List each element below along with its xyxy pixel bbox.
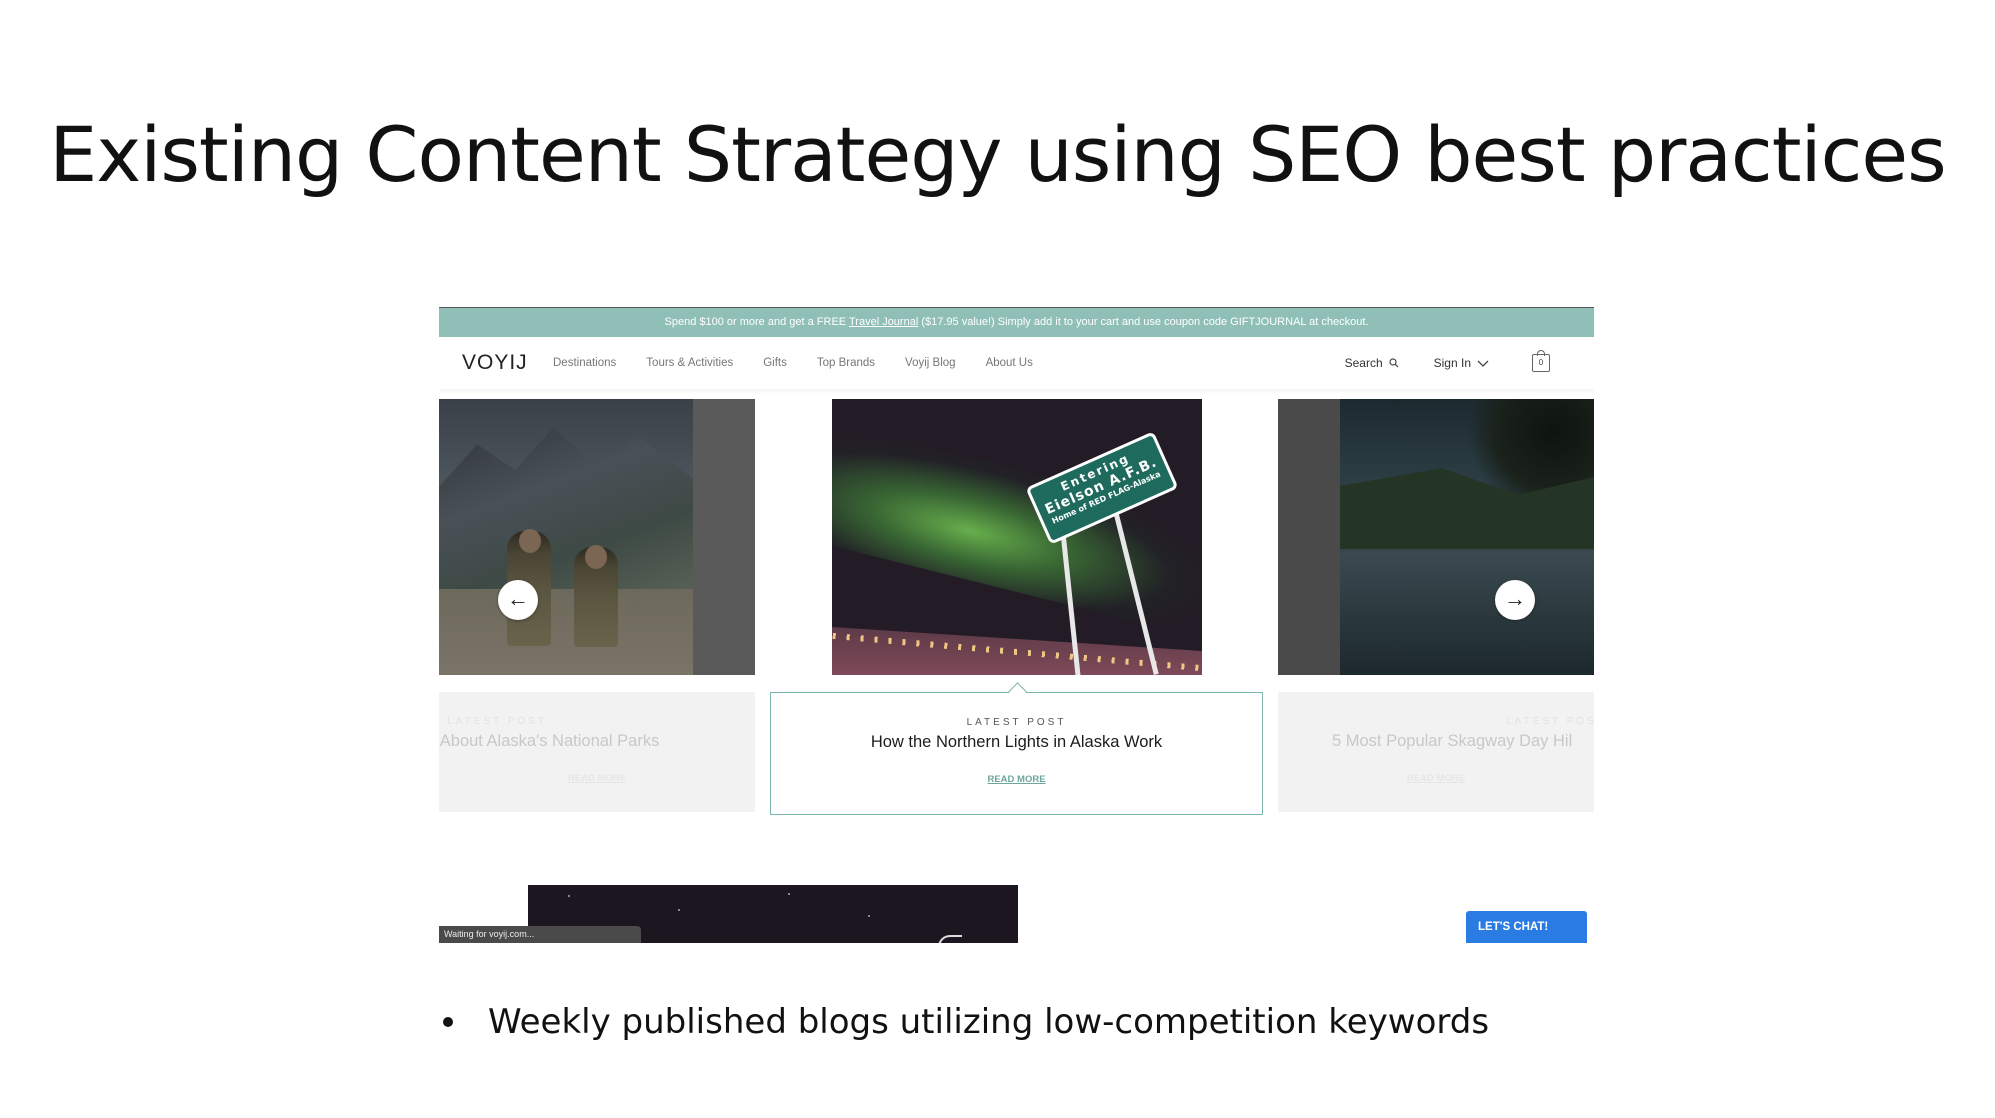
site-logo[interactable]: VOYIJ — [462, 351, 528, 375]
arrow-left-icon: ← — [507, 586, 529, 611]
read-more-link[interactable]: READ MORE — [771, 774, 1262, 785]
post-kicker: LATEST POST — [447, 716, 547, 727]
ranger-head — [585, 545, 607, 569]
cart-icon[interactable]: 0 — [1532, 350, 1550, 372]
nav-links: Destinations Tours & Activities Gifts To… — [553, 337, 1063, 389]
slide: Existing Content Strategy using SEO best… — [0, 0, 1995, 1118]
promo-banner: Spend $100 or more and get a FREE Travel… — [439, 307, 1594, 337]
nav-tours-activities[interactable]: Tours & Activities — [646, 357, 733, 369]
sign-in-menu[interactable]: Sign In — [1434, 356, 1490, 370]
bullet-text: Weekly published blogs utilizing low-com… — [488, 1002, 1490, 1042]
carousel-next-button[interactable]: → — [1495, 580, 1535, 620]
chevron-down-icon — [1477, 360, 1489, 367]
read-more-link[interactable]: READ MORE — [1278, 773, 1594, 784]
top-nav: VOYIJ Destinations Tours & Activities Gi… — [439, 337, 1594, 389]
post-title: How the Northern Lights in Alaska Work — [870, 733, 1163, 751]
image-curve — [938, 935, 962, 943]
search-label: Search — [1344, 356, 1383, 370]
search-icon — [1389, 358, 1399, 368]
carousel-image-center[interactable]: Entering Eielson A.F.B. Home of RED FLAG… — [832, 399, 1202, 675]
nav-right: Search Sign In 0 — [1345, 337, 1550, 389]
bullet-item: Weekly published blogs utilizing low-com… — [440, 1002, 1489, 1042]
sign-in-label: Sign In — [1433, 356, 1471, 370]
ranger-head — [519, 529, 541, 553]
arrow-right-icon: → — [1504, 586, 1526, 611]
lets-chat-button[interactable]: LET'S CHAT! — [1466, 911, 1587, 943]
post-title: 5 Most Popular Skagway Day Hil — [1332, 732, 1573, 750]
carousel-image-left[interactable] — [439, 399, 755, 675]
post-kicker: LATEST POST — [966, 717, 1067, 728]
website-screenshot: Spend $100 or more and get a FREE Travel… — [439, 307, 1594, 943]
nav-destinations[interactable]: Destinations — [553, 357, 616, 369]
read-more-link[interactable]: READ MORE — [439, 773, 755, 784]
star — [678, 909, 680, 911]
promo-text-end: ($17.95 value!) Simply add it to your ca… — [918, 316, 1369, 328]
carousel-image-right[interactable] — [1278, 399, 1594, 675]
nav-top-brands[interactable]: Top Brands — [817, 357, 875, 369]
star — [868, 915, 870, 917]
post-card-center[interactable]: LATEST POST How the Northern Lights in A… — [770, 692, 1263, 815]
carousel-prev-button[interactable]: ← — [498, 580, 538, 620]
nav-voyij-blog[interactable]: Voyij Blog — [905, 357, 956, 369]
post-card-left[interactable]: LATEST POST cts About Alaska's National … — [439, 692, 755, 812]
cart-count: 0 — [1538, 358, 1544, 367]
star — [788, 893, 790, 895]
nav-gifts[interactable]: Gifts — [763, 357, 787, 369]
browser-status-bar: Waiting for voyij.com... — [439, 926, 641, 943]
rangers-photo — [439, 399, 693, 675]
promo-text-start: Spend $100 or more and get a FREE — [664, 316, 849, 328]
slide-title: Existing Content Strategy using SEO best… — [49, 110, 1947, 199]
bullet-dot — [443, 1017, 453, 1027]
search-button[interactable]: Search — [1345, 356, 1400, 370]
mountain-shape — [439, 427, 693, 589]
nav-about-us[interactable]: About Us — [986, 357, 1033, 369]
post-title: cts About Alaska's National Parks — [439, 732, 660, 750]
post-kicker: LATEST POST — [1506, 716, 1594, 727]
post-card-right[interactable]: LATEST POST 5 Most Popular Skagway Day H… — [1278, 692, 1594, 812]
star — [568, 895, 570, 897]
promo-travel-journal-link[interactable]: Travel Journal — [849, 316, 918, 328]
